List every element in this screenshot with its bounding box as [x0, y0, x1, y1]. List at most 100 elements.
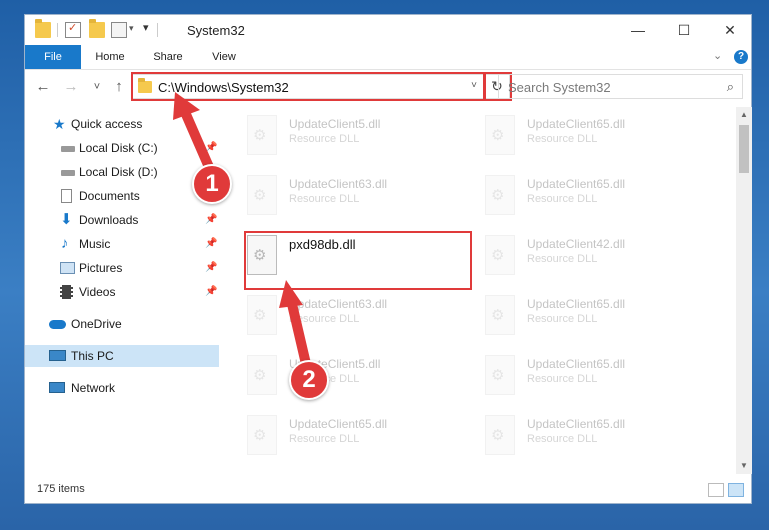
file-item[interactable]: UpdateClient65.dll Resource DLL	[241, 411, 461, 461]
sidebar-item-label: Downloads	[79, 213, 139, 227]
film-icon	[60, 285, 73, 299]
file-name: UpdateClient65.dll	[527, 417, 626, 431]
file-item[interactable]: UpdateClient63.dll Resource DLL	[241, 171, 461, 221]
file-name: UpdateClient65.dll	[527, 357, 626, 371]
help-icon[interactable]: ?	[734, 50, 748, 64]
back-button[interactable]: ←	[33, 77, 53, 97]
pin-icon[interactable]: 📌	[205, 281, 217, 303]
file-item[interactable]: UpdateClient5.dll Resource DLL	[241, 111, 461, 161]
sidebar-item-label: Videos	[79, 285, 116, 299]
details-view-icon[interactable]	[708, 483, 724, 497]
document-icon	[61, 189, 72, 203]
toolbar-dropdown-icon[interactable]: ▾	[143, 21, 149, 34]
address-bar[interactable]: C:\Windows\System32 ˅	[132, 74, 484, 99]
divider	[157, 23, 158, 37]
dll-file-icon	[485, 355, 515, 395]
file-type: Resource DLL	[527, 433, 598, 445]
tab-home[interactable]: Home	[87, 45, 133, 69]
pin-icon[interactable]: 📌	[205, 209, 217, 231]
sidebar-item-documents[interactable]: Documents	[25, 185, 219, 207]
file-item[interactable]: UpdateClient42.dll Resource DLL	[479, 231, 699, 281]
expand-ribbon-chevron-icon[interactable]: ⌄	[713, 49, 722, 62]
sidebar-item-label: OneDrive	[71, 317, 122, 331]
sidebar-item-onedrive[interactable]: OneDrive	[25, 313, 219, 335]
file-item[interactable]: UpdateClient65.dll Resource DLL	[479, 411, 699, 461]
step-badge-2: 2	[289, 360, 329, 400]
large-icons-view-icon[interactable]	[728, 483, 744, 497]
folder-icon	[138, 78, 152, 93]
navigation-bar: ← → ˅ ↑ C:\Windows\System32 ˅ ↻ Search S…	[25, 71, 751, 103]
file-item-pxd98db[interactable]: pxd98db.dll	[241, 231, 461, 281]
minimize-button[interactable]: —	[615, 15, 661, 45]
sidebar-item-local-disk-d[interactable]: Local Disk (D:)	[25, 161, 219, 183]
download-arrow-icon: ⬇	[60, 211, 73, 228]
file-item[interactable]: UpdateClient65.dll Resource DLL	[479, 171, 699, 221]
rename-icon[interactable]	[111, 22, 127, 38]
address-dropdown-icon[interactable]: ˅	[471, 80, 477, 91]
customize-toolbar-chevron-icon[interactable]: ▾	[129, 23, 134, 34]
sidebar-item-downloads[interactable]: ⬇ Downloads 📌	[25, 209, 219, 231]
file-list: UpdateClient5.dll Resource DLL UpdateCli…	[221, 107, 735, 472]
dll-file-icon	[485, 415, 515, 455]
sidebar-item-network[interactable]: Network	[25, 377, 219, 399]
file-item[interactable]: UpdateClient65.dll Resource DLL	[479, 291, 699, 341]
divider	[57, 23, 58, 37]
picture-icon	[60, 262, 75, 274]
up-button[interactable]: ↑	[109, 77, 129, 97]
folder-icon	[35, 19, 51, 38]
file-type: Resource DLL	[527, 253, 598, 265]
new-folder-icon[interactable]	[89, 19, 105, 38]
sidebar-item-label: Documents	[79, 189, 140, 203]
scroll-thumb[interactable]	[739, 125, 749, 173]
sidebar-item-label: Local Disk (D:)	[79, 165, 158, 179]
sidebar-item-local-disk-c[interactable]: Local Disk (C:) 📌	[25, 137, 219, 159]
recent-locations-button[interactable]: ˅	[87, 77, 107, 97]
dll-file-icon	[247, 415, 277, 455]
dll-file-icon	[485, 115, 515, 155]
music-note-icon: ♪	[61, 235, 69, 252]
navigation-pane: ★ Quick access Local Disk (C:) 📌 Local D…	[25, 107, 219, 472]
sidebar-item-label: Pictures	[79, 261, 123, 275]
tab-file[interactable]: File	[25, 45, 81, 69]
dll-file-icon	[485, 295, 515, 335]
search-icon[interactable]: ⌕	[727, 79, 734, 95]
tab-view[interactable]: View	[201, 45, 247, 69]
file-item[interactable]: UpdateClient65.dll Resource DLL	[479, 111, 699, 161]
dll-file-icon	[247, 175, 277, 215]
star-icon: ★	[53, 116, 66, 132]
file-item[interactable]: UpdateClient65.dll Resource DLL	[479, 351, 699, 401]
dll-file-icon	[485, 175, 515, 215]
pin-icon[interactable]: 📌	[205, 257, 217, 279]
sidebar-item-music[interactable]: ♪ Music 📌	[25, 233, 219, 255]
close-button[interactable]: ✕	[707, 15, 753, 45]
sidebar-item-videos[interactable]: Videos 📌	[25, 281, 219, 303]
search-input[interactable]: Search System32	[508, 80, 611, 95]
dll-file-icon	[247, 235, 277, 275]
sidebar-item-quick-access[interactable]: ★ Quick access	[25, 113, 219, 135]
forward-button[interactable]: →	[61, 77, 81, 97]
cloud-icon	[49, 320, 66, 329]
maximize-button[interactable]: ☐	[661, 15, 707, 45]
file-name: UpdateClient42.dll	[527, 237, 626, 251]
scroll-up-arrow-icon[interactable]: ▲	[736, 107, 752, 123]
pin-icon[interactable]: 📌	[205, 233, 217, 255]
pin-icon[interactable]: 📌	[205, 137, 217, 159]
sidebar-item-label: Network	[71, 381, 116, 395]
drive-icon	[61, 170, 75, 176]
scroll-down-arrow-icon[interactable]: ▼	[736, 458, 752, 474]
sidebar-item-this-pc[interactable]: This PC	[25, 345, 219, 367]
file-item[interactable]: UpdateClient63.dll Resource DLL	[241, 291, 461, 341]
tab-share[interactable]: Share	[145, 45, 191, 69]
search-box[interactable]: Search System32 ⌕	[498, 74, 743, 99]
file-name: UpdateClient5.dll	[289, 117, 381, 131]
ribbon-tabs: File Home Share View ⌄ ?	[25, 45, 751, 70]
title-bar: ✓ ▾ ▾ System32 — ☐ ✕	[25, 15, 751, 45]
properties-icon[interactable]: ✓	[65, 22, 81, 38]
sidebar-item-pictures[interactable]: Pictures 📌	[25, 257, 219, 279]
file-type: Resource DLL	[527, 373, 598, 385]
vertical-scrollbar[interactable]: ▲ ▼	[736, 107, 752, 474]
dll-file-icon	[247, 295, 277, 335]
file-name: UpdateClient65.dll	[527, 177, 626, 191]
file-type: Resource DLL	[289, 433, 360, 445]
file-item[interactable]: UpdateClient5.dll Resource DLL	[241, 351, 461, 401]
